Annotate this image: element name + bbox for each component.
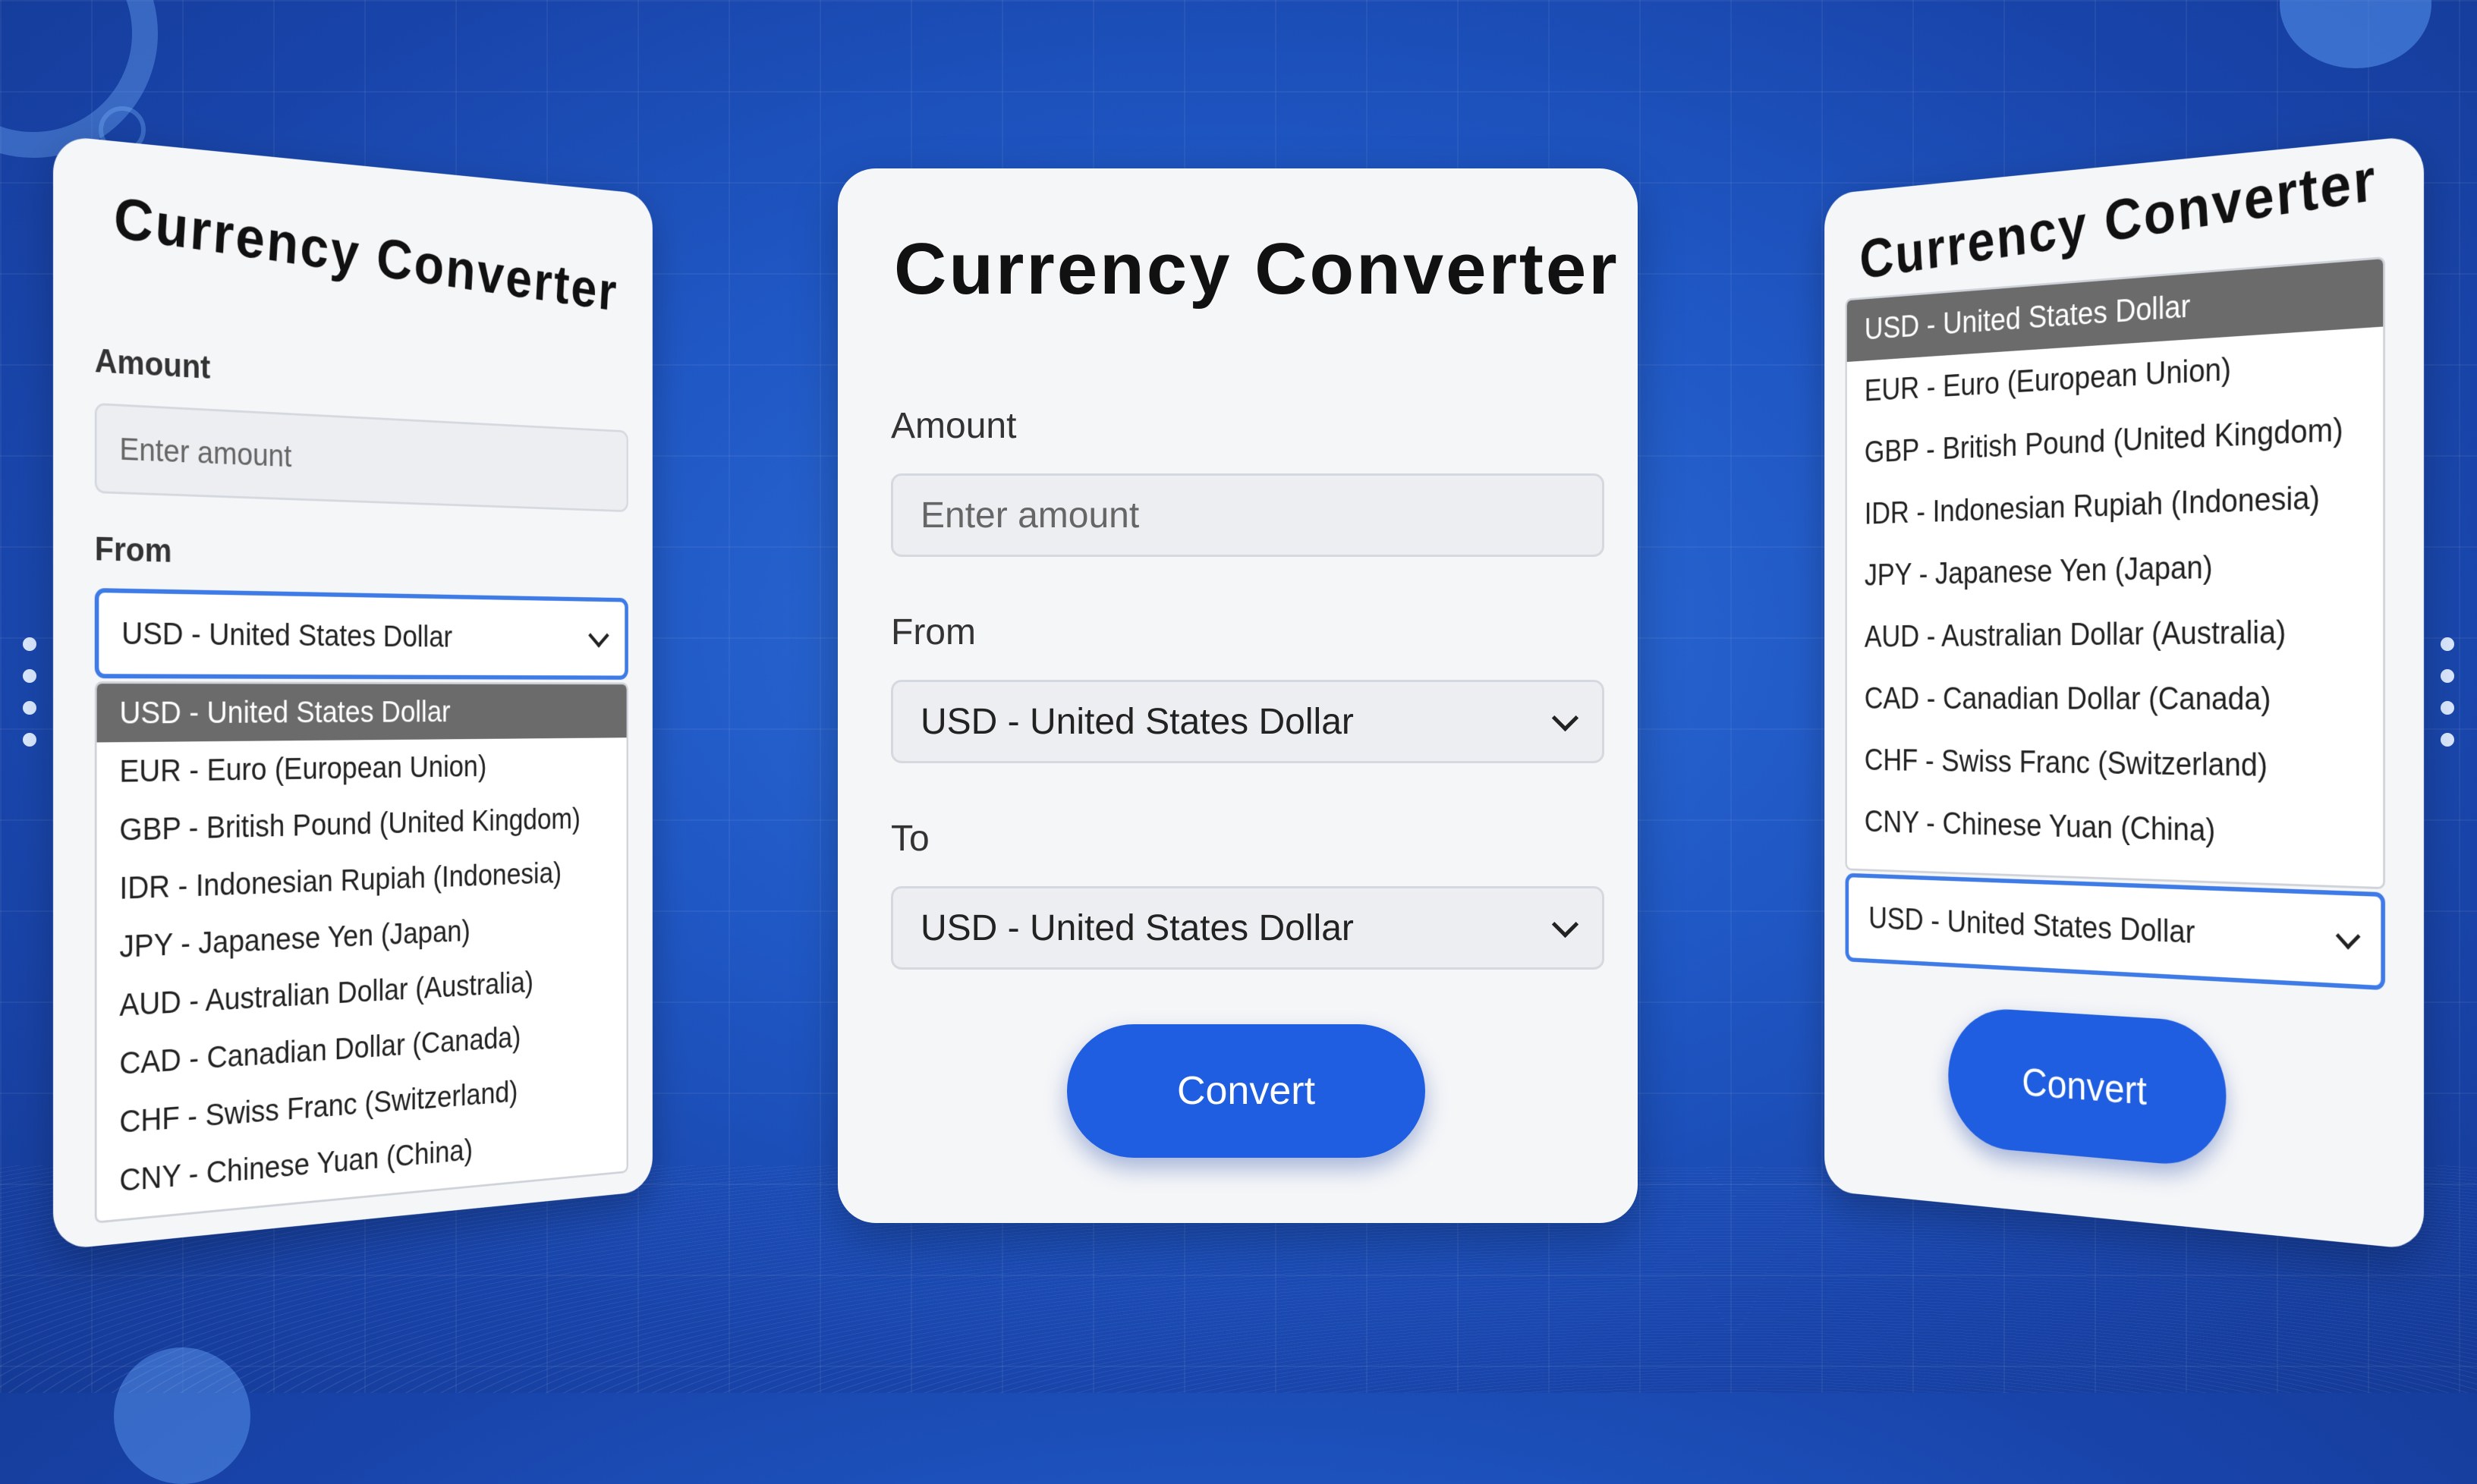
amount-label: Amount (94, 342, 211, 386)
chevron-down-icon (588, 623, 609, 648)
chevron-down-icon (2335, 923, 2361, 950)
from-select[interactable]: USD - United States Dollar (891, 680, 1604, 763)
from-select-value: USD - United States Dollar (121, 615, 453, 653)
dropdown-option[interactable]: USD - United States Dollar (96, 684, 627, 743)
currency-select-value: USD - United States Dollar (1868, 901, 2195, 951)
amount-label: Amount (891, 406, 1017, 446)
from-select[interactable]: USD - United States Dollar (94, 588, 628, 680)
dropdown-option[interactable]: AUD - Australian Dollar (Australia) (1847, 598, 2383, 668)
amount-input[interactable]: Enter amount (891, 473, 1604, 557)
card-title: Currency Converter (894, 228, 1619, 310)
chevron-down-icon (1551, 704, 1579, 731)
from-select-value: USD - United States Dollar (921, 701, 1354, 742)
convert-button[interactable]: Convert (1067, 1024, 1425, 1158)
card-title: Currency Converter (112, 184, 620, 323)
dots-decoration (23, 637, 36, 747)
from-label: From (891, 612, 976, 652)
dropdown-option[interactable]: CHF - Swiss Franc (Switzerland) (1847, 729, 2383, 801)
currency-select[interactable]: USD - United States Dollar (1845, 872, 2385, 991)
to-select[interactable]: USD - United States Dollar (891, 886, 1604, 970)
chevron-down-icon (1551, 910, 1579, 938)
converter-card-left: Currency Converter Amount Enter amount F… (53, 135, 653, 1250)
from-label: From (94, 530, 172, 570)
amount-placeholder: Enter amount (119, 431, 292, 473)
to-label: To (891, 819, 930, 859)
to-select-value: USD - United States Dollar (921, 907, 1354, 948)
amount-input[interactable]: Enter amount (94, 402, 628, 513)
dots-decoration (2441, 637, 2454, 747)
dropdown-option[interactable]: CNY - Chinese Yuan (China) (1847, 791, 2383, 869)
converter-card-right: Currency Converter USD - United States D… (1824, 135, 2424, 1250)
dropdown-option[interactable]: CAD - Canadian Dollar (Canada) (1847, 665, 2383, 733)
amount-placeholder: Enter amount (921, 495, 1140, 536)
converter-card-center: Currency Converter Amount Enter amount F… (838, 168, 1638, 1223)
currency-dropdown-list: USD - United States Dollar EUR - Euro (E… (1845, 256, 2385, 890)
convert-button[interactable]: Convert (1948, 1005, 2227, 1170)
currency-dropdown-list: USD - United States Dollar EUR - Euro (E… (94, 681, 628, 1224)
